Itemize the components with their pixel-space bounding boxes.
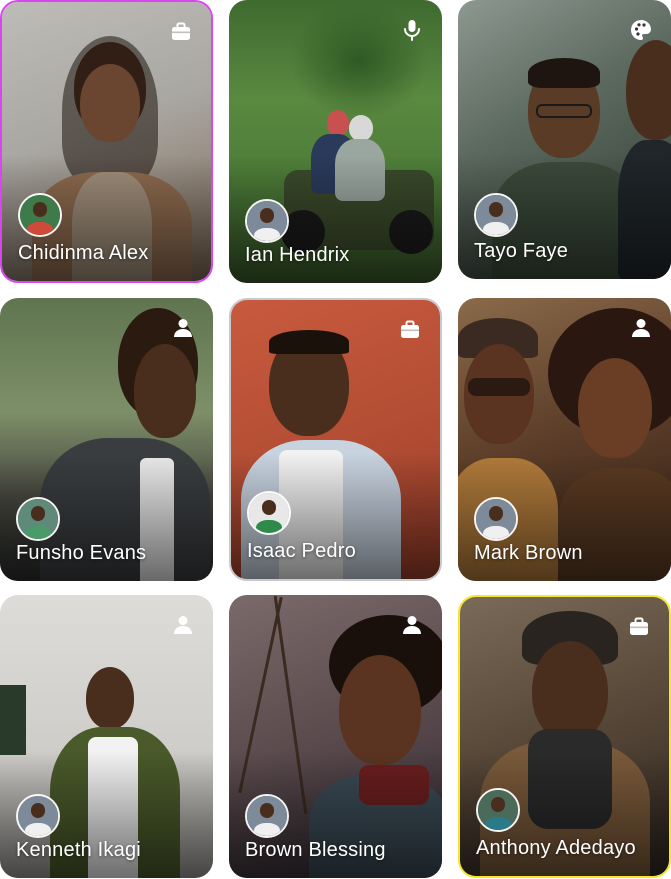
participant-grid: Chidinma Alex Ian Hendrix Tayo Faye Funs…	[0, 0, 671, 879]
participant-card-mark-brown[interactable]: Mark Brown	[458, 298, 671, 581]
briefcase-icon	[627, 615, 651, 639]
participant-name: Brown Blessing	[245, 839, 386, 861]
avatar	[18, 193, 62, 237]
participant-card-chidinma-alex[interactable]: Chidinma Alex	[0, 0, 213, 283]
avatar	[245, 794, 289, 838]
person-icon	[171, 316, 195, 340]
microphone-icon	[400, 18, 424, 42]
briefcase-icon	[398, 318, 422, 342]
participant-name: Chidinma Alex	[18, 242, 149, 264]
avatar	[16, 794, 60, 838]
participant-card-brown-blessing[interactable]: Brown Blessing	[229, 595, 442, 878]
avatar	[474, 193, 518, 237]
person-icon	[171, 613, 195, 637]
participant-card-anthony-adedayo[interactable]: Anthony Adedayo	[458, 595, 671, 878]
avatar	[474, 497, 518, 541]
participant-name: Funsho Evans	[16, 542, 147, 564]
avatar	[245, 199, 289, 243]
participant-name: Tayo Faye	[474, 240, 569, 262]
participant-name: Isaac Pedro	[247, 540, 356, 562]
palette-icon	[629, 18, 653, 42]
avatar	[16, 497, 60, 541]
participant-card-ian-hendrix[interactable]: Ian Hendrix	[229, 0, 442, 283]
participant-name: Ian Hendrix	[245, 244, 350, 266]
briefcase-icon	[169, 20, 193, 44]
participant-card-kenneth-ikagi[interactable]: Kenneth Ikagi	[0, 595, 213, 878]
participant-name: Anthony Adedayo	[476, 837, 636, 859]
participant-name: Mark Brown	[474, 542, 583, 564]
avatar	[476, 788, 520, 832]
person-icon	[400, 613, 424, 637]
participant-name: Kenneth Ikagi	[16, 839, 141, 861]
participant-card-funsho-evans[interactable]: Funsho Evans	[0, 298, 213, 581]
avatar	[247, 491, 291, 535]
participant-card-isaac-pedro[interactable]: Isaac Pedro	[229, 298, 442, 581]
participant-card-tayo-faye[interactable]: Tayo Faye	[458, 0, 671, 279]
person-icon	[629, 316, 653, 340]
